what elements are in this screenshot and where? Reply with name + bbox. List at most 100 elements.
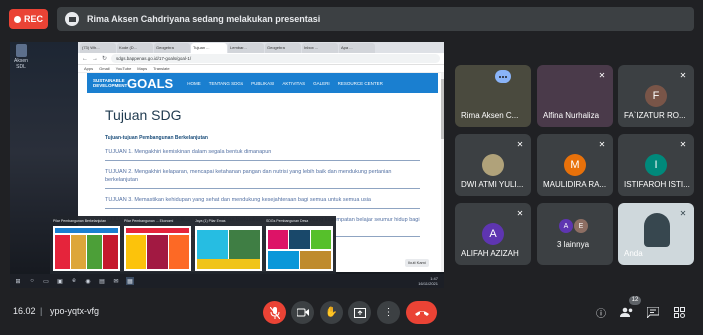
preview-title: SDGs Pembangunan Desa — [266, 219, 309, 223]
participant-name: Rima Aksen C... — [461, 111, 519, 120]
mail-icon[interactable]: ✉ — [112, 277, 120, 285]
camera-toggle-button[interactable] — [291, 301, 314, 324]
window-preview[interactable]: Jaya (1) Pilar Emas — [195, 219, 262, 271]
search-icon[interactable]: ○ — [28, 277, 36, 285]
mic-toggle-button[interactable] — [263, 301, 286, 324]
meeting-details-button[interactable]: ⓘ — [592, 303, 610, 321]
window-preview[interactable]: Pilar Pembangunan Berkelanjutan — [53, 219, 120, 271]
recording-badge: REC — [9, 9, 48, 29]
goal-link[interactable]: TUJUAN 1. Mengakhiri kemiskinan dalam se… — [105, 141, 420, 161]
participant-tile[interactable]: Rima Aksen C... — [455, 65, 531, 127]
bookmark-item[interactable]: Translate — [153, 66, 170, 71]
taskbar-preview-popup: Pilar Pembangunan Berkelanjutan Pilar Pe… — [50, 216, 336, 274]
meeting-code: ypo-yqtx-vfg — [50, 306, 100, 316]
store-icon[interactable]: ▤ — [98, 277, 106, 285]
sdg-nav-item[interactable]: GALERI — [313, 81, 330, 86]
participant-name: FA`IZATUR RO... — [624, 111, 686, 120]
reload-icon[interactable]: ↻ — [102, 55, 107, 62]
self-video — [644, 213, 670, 247]
present-now-button[interactable] — [348, 301, 371, 324]
bookmark-item[interactable]: Maps — [137, 66, 147, 71]
app-icon[interactable]: ▦ — [126, 277, 134, 285]
participant-tile[interactable]: ✕ I ISTIFAROH ISTI... — [618, 134, 694, 196]
self-tile[interactable]: ✕ Anda — [618, 203, 694, 265]
browser-tab[interactable]: Kode (D... — [117, 43, 153, 53]
more-options-icon[interactable] — [495, 70, 511, 83]
forward-icon[interactable]: → — [92, 56, 98, 62]
window-preview[interactable]: Pilar Pembangunan ... Ekonomi — [124, 219, 191, 271]
others-tile[interactable]: A E 3 lainnya — [537, 203, 613, 265]
meeting-controls-bar: 16.02 | ypo-yqtx-vfg ✋ ⋮ ⓘ 12 — [0, 294, 703, 335]
browser-tab[interactable]: Geogebra — [265, 43, 301, 53]
info-icon: ⓘ — [596, 308, 606, 320]
avatar: M — [564, 154, 586, 176]
participant-tile[interactable]: ✕ A ALIFAH AZIZAH — [455, 203, 531, 265]
preview-title: Jaya (1) Pilar Emas — [195, 219, 226, 223]
participant-name: ISTIFAROH ISTI... — [624, 180, 690, 189]
bookmark-item[interactable]: Gmail — [99, 66, 109, 71]
browser-tab[interactable]: Apa ... — [339, 43, 375, 53]
mic-off-icon: ✕ — [516, 209, 524, 218]
mic-off-icon: ✕ — [679, 71, 687, 80]
mic-off-icon: ✕ — [516, 140, 524, 149]
task-view-icon[interactable]: ▭ — [42, 277, 50, 285]
preview-title: Pilar Pembangunan Berkelanjutan — [53, 219, 107, 223]
chrome-icon[interactable]: ◉ — [84, 277, 92, 285]
activities-button[interactable] — [670, 303, 688, 321]
browser-tab[interactable]: Lembar... — [228, 43, 264, 53]
leave-call-button[interactable] — [406, 301, 437, 324]
goal-link[interactable]: TUJUAN 3. Memastikan kehidupan yang seha… — [105, 189, 420, 209]
participant-tile[interactable]: ✕ F FA`IZATUR RO... — [618, 65, 694, 127]
avatar: F — [645, 85, 667, 107]
shortcut-icon — [15, 44, 27, 57]
system-tray-clock[interactable]: 1:47 16/11/2021 — [418, 276, 444, 286]
browser-tab[interactable]: Inbox ... — [302, 43, 338, 53]
mic-off-icon: ✕ — [679, 140, 687, 149]
goal-link[interactable]: TUJUAN 2. Mengakhiri kelaparan, mencapai… — [105, 161, 420, 189]
file-explorer-icon[interactable]: ▣ — [56, 277, 64, 285]
avatar: A — [559, 219, 573, 233]
participant-name: MAULIDIRA RA... — [543, 180, 607, 189]
url-field[interactable]: sdgs.bappenas.go.id/17-goals/goal-1/ — [111, 54, 440, 63]
participant-tile[interactable]: ✕ M MAULIDIRA RA... — [537, 134, 613, 196]
shortcut-label: Aksen SDL — [14, 58, 28, 70]
sdg-nav: HOME TENTANG SDGs PUBLIKASI AKTIVITAS GA… — [187, 81, 383, 86]
raise-hand-button[interactable]: ✋ — [320, 301, 343, 324]
browser-tab-active[interactable]: Tujuan ... — [191, 43, 227, 53]
page-title: Tujuan SDG — [105, 107, 182, 123]
chat-button[interactable] — [644, 303, 662, 321]
windows-start-icon[interactable]: ⊞ — [14, 277, 22, 285]
chat-icon — [647, 306, 659, 318]
desktop-shortcut: Aksen SDL — [13, 44, 29, 70]
mic-off-icon — [269, 306, 280, 319]
sdg-header: SUSTAINABLE DEVELOPMENT GOALS HOME TENTA… — [87, 73, 438, 93]
people-button[interactable] — [618, 303, 636, 321]
sdg-nav-item[interactable]: TENTANG SDGs — [209, 81, 243, 86]
bookmarks-bar: Apps Gmail YouTube Maps Translate — [78, 65, 444, 73]
back-icon[interactable]: ← — [82, 56, 88, 62]
bookmark-item[interactable]: Apps — [84, 66, 93, 71]
browser-tab[interactable]: Geogebra — [154, 43, 190, 53]
browser-scrollbar[interactable] — [441, 73, 444, 272]
avatar-photo — [482, 154, 504, 176]
people-icon — [620, 307, 633, 317]
sdg-nav-item[interactable]: HOME — [187, 81, 201, 86]
participant-tile[interactable]: ✕ DWI ATMI YULI... — [455, 134, 531, 196]
window-preview[interactable]: SDGs Pembangunan Desa — [266, 219, 333, 271]
participant-tile[interactable]: ✕ Alfina Nurhaliza — [537, 65, 613, 127]
hand-icon: ✋ — [325, 307, 338, 318]
participant-count-badge: 12 — [629, 296, 641, 305]
sdg-nav-item[interactable]: AKTIVITAS — [282, 81, 305, 86]
follow-badge[interactable]: Ikuti Kami — [405, 259, 429, 267]
browser-tab[interactable]: (73) Wh... — [80, 43, 116, 53]
preview-title: Pilar Pembangunan ... Ekonomi — [124, 219, 174, 223]
sdg-nav-item[interactable]: PUBLIKASI — [251, 81, 274, 86]
sdg-nav-item[interactable]: RESOURCE CENTER — [338, 81, 383, 86]
tray-date: 16/11/2021 — [418, 281, 438, 286]
video-icon — [296, 308, 309, 317]
record-dot-icon — [13, 15, 21, 23]
bookmark-item[interactable]: YouTube — [116, 66, 132, 71]
more-options-button[interactable]: ⋮ — [377, 301, 400, 324]
activities-icon — [673, 306, 685, 318]
edge-icon[interactable]: e — [70, 277, 78, 285]
